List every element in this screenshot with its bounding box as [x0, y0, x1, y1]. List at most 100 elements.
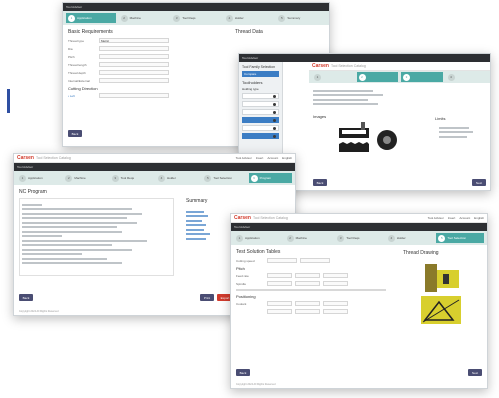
back-button[interactable]: Back	[236, 369, 250, 376]
step-tool-reqs[interactable]: 3 Tool Reqs	[335, 233, 383, 243]
top-nav: Carsen Tool Selection Catalog Tool Advis…	[14, 154, 295, 163]
step-holder[interactable]: 4 Holder	[224, 13, 274, 23]
step-tool-reqs[interactable]: 3 Tool Reqs	[110, 173, 153, 183]
nav-insert[interactable]: Insert	[448, 216, 456, 220]
compare-button[interactable]: Compare	[242, 71, 279, 77]
nav-english[interactable]: English	[474, 216, 484, 220]
step-label: Holder	[396, 236, 406, 240]
toolholders-heading: Toolholders	[242, 80, 263, 85]
back-button[interactable]: Back	[313, 179, 327, 186]
code-line	[22, 217, 127, 219]
spindle-input[interactable]	[267, 281, 292, 286]
limits-label: Limits	[435, 116, 446, 121]
tool-row-selected[interactable]	[242, 117, 279, 123]
step-tool-selection[interactable]: 5 Tool Selection	[436, 233, 484, 243]
brand-logo: Carsen	[234, 215, 251, 221]
tool-icon	[273, 103, 276, 106]
details-block	[313, 87, 393, 108]
feed-rate-input-2[interactable]	[295, 273, 320, 278]
step-number: 4	[225, 14, 233, 22]
print-button[interactable]: Print	[200, 294, 214, 301]
step-active[interactable]: 3	[401, 72, 443, 82]
nav-insert[interactable]: Insert	[256, 156, 264, 160]
pitch-input[interactable]	[99, 54, 169, 59]
tool-row[interactable]	[242, 125, 279, 131]
step-number: 3	[111, 174, 119, 182]
coolant-input[interactable]	[267, 301, 292, 306]
thread-data-heading: Thread Data	[235, 29, 263, 35]
accent-bar	[7, 89, 10, 113]
next-button[interactable]: Next	[472, 179, 486, 186]
step-number: 4	[157, 174, 165, 182]
step-machine[interactable]: 2 Machine	[63, 173, 106, 183]
thread-type-select[interactable]: Metric	[99, 38, 169, 43]
step-application[interactable]: 1 Application	[17, 173, 60, 183]
nav-english[interactable]: English	[282, 156, 292, 160]
footer-text: Copyright 2024 All Rights Reserved	[236, 383, 276, 386]
step-program[interactable]: 6 Program	[248, 173, 292, 183]
coolant-input-2[interactable]	[295, 301, 320, 306]
feed-input[interactable]	[300, 258, 330, 263]
field-label: Thread type	[68, 38, 85, 43]
spindle-input-2[interactable]	[295, 281, 320, 286]
step-number: 2	[120, 14, 128, 22]
feed-rate-input-3[interactable]	[323, 273, 348, 278]
step-number: 2	[358, 73, 366, 81]
summary-key	[186, 237, 206, 240]
spindle-input-3[interactable]	[323, 281, 348, 286]
back-button[interactable]: Back	[19, 294, 33, 301]
step-number: 3	[403, 73, 410, 81]
position-input-2[interactable]	[295, 309, 320, 314]
step-active[interactable]: 2	[356, 72, 398, 82]
step-number: 3	[337, 234, 345, 242]
direction-select[interactable]	[99, 93, 169, 98]
nav-account[interactable]: Account	[459, 216, 470, 220]
step[interactable]: 1	[312, 72, 354, 82]
step-machine[interactable]: 2 Machine	[119, 13, 169, 23]
step-application[interactable]: 1 Application	[234, 233, 282, 243]
back-button[interactable]: Back	[68, 130, 82, 137]
code-line	[22, 221, 137, 224]
direction-link[interactable]: • Left	[68, 94, 96, 98]
step-application[interactable]: 1 Application	[66, 13, 116, 23]
step-tool-selection[interactable]: 5 Tool Selection	[202, 173, 245, 183]
step-number: 1	[19, 174, 26, 182]
step-machine[interactable]: 2 Machine	[285, 233, 333, 243]
code-line	[22, 212, 142, 215]
position-input[interactable]	[267, 309, 292, 314]
tool-row[interactable]	[242, 93, 279, 99]
step-number: 1	[68, 14, 75, 22]
window-title: Tool Advisor	[14, 163, 295, 171]
code-line	[22, 235, 62, 237]
nav-tool-advisor[interactable]: Tool Advisor	[428, 216, 444, 220]
step-holder[interactable]: 4 Holder	[156, 173, 199, 183]
code-line	[22, 244, 112, 246]
dia-input[interactable]	[99, 46, 169, 51]
step-holder[interactable]: 4 Holder	[386, 233, 434, 243]
step-label: Application	[28, 176, 43, 180]
step-summary[interactable]: 5 Summary	[276, 13, 326, 23]
internal-external-select[interactable]	[99, 78, 169, 83]
step-label: Summary	[287, 16, 301, 20]
window-title: Tool Advisor	[239, 54, 490, 62]
tool-row-selected[interactable]	[242, 133, 279, 139]
step-number: 2	[65, 174, 73, 182]
step-label: Tool Selection	[213, 176, 232, 180]
step-label: Program	[259, 176, 272, 180]
step-tool-reqs[interactable]: 3 Tool Reqs	[171, 13, 221, 23]
tool-row[interactable]	[242, 109, 279, 115]
feed-rate-input[interactable]	[267, 273, 292, 278]
holding-type-label: Holding type	[242, 87, 259, 91]
cutting-speed-input[interactable]	[267, 258, 297, 263]
coolant-input-3[interactable]	[323, 301, 348, 306]
thread-depth-input[interactable]	[99, 70, 169, 75]
nav-account[interactable]: Account	[267, 156, 278, 160]
step[interactable]: 4	[446, 72, 488, 82]
next-button[interactable]: Next	[468, 369, 482, 376]
thread-length-input[interactable]	[99, 62, 169, 67]
code-line	[22, 208, 132, 210]
position-input-3[interactable]	[323, 309, 348, 314]
brand-logo: Carsen	[312, 63, 329, 69]
nav-tool-advisor[interactable]: Tool Advisor	[236, 156, 252, 160]
tool-row[interactable]	[242, 101, 279, 107]
